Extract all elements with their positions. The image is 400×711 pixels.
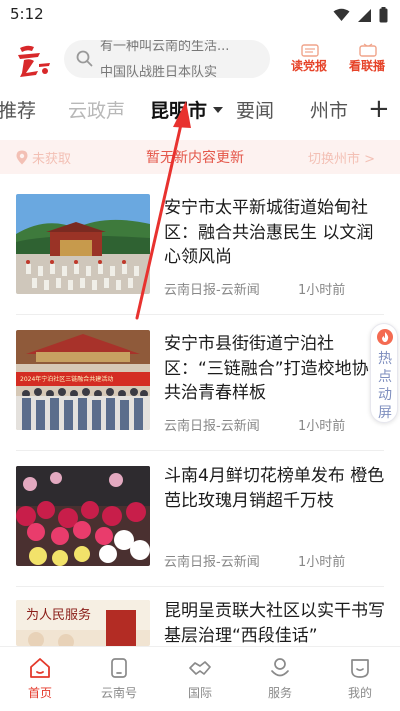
news-title: 昆明呈贡联大社区以实干书写基层治理“西段佳话” xyxy=(164,601,385,646)
home-icon xyxy=(30,658,50,678)
bottom-nav: 首页 云南号 国际 服务 我的 xyxy=(0,646,400,711)
handshake-icon xyxy=(189,661,211,675)
tab-recommend[interactable]: 推荐 xyxy=(0,96,36,123)
news-time: 1小时前 xyxy=(298,419,346,434)
nav-mine-label: 我的 xyxy=(347,686,372,700)
hot-topics-label: 热点动屏 xyxy=(378,351,392,421)
news-title: 安宁市县街街道宁泊社区：“三链融合”打造校地协同共治青春样板 xyxy=(164,334,386,403)
news-title: 安宁市太平新城街道始甸社区：融合共治惠民生 以文润心领风尚 xyxy=(164,198,374,267)
news-item[interactable]: 为人民服务 昆明呈贡联大社区以实干书写基层治理“西段佳话” xyxy=(0,600,400,646)
news-title: 斗南4月鲜切花榜单发布 橙色芭比玫瑰月销超千万枝 xyxy=(164,466,385,511)
wifi-icon xyxy=(333,8,350,21)
watch-news-broadcast-label: 看联播 xyxy=(348,59,385,73)
phone-icon xyxy=(111,658,127,678)
location-text: 未获取 xyxy=(32,152,72,167)
app-logo[interactable] xyxy=(14,42,54,78)
news-thumbnail xyxy=(16,466,150,566)
watch-news-broadcast-button[interactable]: 看联播 xyxy=(346,43,388,77)
divider xyxy=(16,314,384,315)
nav-international-label: 国际 xyxy=(187,686,212,700)
news-thumbnail: 2024年宁泊社区三链融合共建活动 xyxy=(16,330,150,430)
news-time: 1小时前 xyxy=(298,283,346,298)
status-icons xyxy=(333,7,388,23)
notice-message: 暂无新内容更新 xyxy=(146,150,244,166)
divider xyxy=(16,450,384,451)
location-pin-icon xyxy=(16,150,28,165)
switch-prefecture-link[interactable]: 切换州市 > xyxy=(308,148,375,167)
nav-international[interactable]: 国际 xyxy=(170,647,230,711)
news-thumbnail xyxy=(16,194,150,294)
channel-tab-bar: 推荐 云政声 昆明市 要闻 州市 xyxy=(0,90,400,132)
thumbnail-calligraphy-text: 为人民服务 xyxy=(26,608,92,623)
news-item[interactable]: 2024年宁泊社区三链融合共建活动 安宁市县街街道宁泊社区：“三链融合”打造校地… xyxy=(0,330,400,440)
search-hotword: 有一种叫云南的生活... xyxy=(100,40,230,54)
tab-yun-zheng-sheng[interactable]: 云政声 xyxy=(68,96,125,123)
status-bar: 5:12 xyxy=(0,0,400,30)
tab-headlines[interactable]: 要闻 xyxy=(236,96,274,123)
signal-icon xyxy=(358,8,371,22)
search-icon xyxy=(76,50,93,67)
news-thumbnail: 为人民服务 xyxy=(16,600,150,646)
tab-kunming[interactable]: 昆明市 xyxy=(150,96,207,123)
news-source: 云南日报-云新闻 xyxy=(164,555,260,570)
profile-icon xyxy=(351,659,369,678)
location-indicator[interactable]: 未获取 xyxy=(16,148,71,167)
news-item[interactable]: 斗南4月鲜切花榜单发布 橙色芭比玫瑰月销超千万枝 云南日报-云新闻 1小时前 xyxy=(0,466,400,576)
nav-yunnan-hao[interactable]: 云南号 xyxy=(89,647,149,711)
nav-mine[interactable]: 我的 xyxy=(330,647,390,711)
divider xyxy=(16,586,384,587)
nav-home-label: 首页 xyxy=(27,686,52,700)
tab-prefectures[interactable]: 州市 xyxy=(310,96,348,123)
status-time: 5:12 xyxy=(10,5,44,23)
search-hotword: 中国队战胜日本队实 xyxy=(100,65,218,78)
news-item[interactable]: 安宁市太平新城街道始甸社区：融合共治惠民生 以文润心领风尚 云南日报-云新闻 1… xyxy=(0,194,400,304)
nav-services[interactable]: 服务 xyxy=(250,647,310,711)
nav-yunnan-hao-label: 云南号 xyxy=(100,686,137,700)
news-source: 云南日报-云新闻 xyxy=(164,283,260,298)
chevron-down-icon[interactable] xyxy=(213,107,223,113)
flame-icon xyxy=(377,329,393,345)
hot-topics-float-button[interactable]: 热点动屏 xyxy=(370,323,398,423)
read-party-paper-button[interactable]: 读党报 xyxy=(288,43,330,77)
top-header: 有一种叫云南的生活... 中国队战胜日本队实 读党报 看联播 xyxy=(0,33,400,89)
notice-bar: 未获取 暂无新内容更新 切换州市 > xyxy=(0,140,400,174)
news-source: 云南日报-云新闻 xyxy=(164,419,260,434)
read-party-paper-label: 读党报 xyxy=(290,59,327,73)
nav-services-label: 服务 xyxy=(267,686,292,700)
nav-home[interactable]: 首页 xyxy=(10,647,70,711)
battery-icon xyxy=(379,7,388,23)
services-icon xyxy=(271,658,289,677)
search-box[interactable]: 有一种叫云南的生活... 中国队战胜日本队实 xyxy=(64,40,270,78)
thumbnail-banner-text: 2024年宁泊社区三链融合共建活动 xyxy=(20,376,114,383)
add-channel-icon[interactable]: + xyxy=(368,94,390,124)
news-time: 1小时前 xyxy=(298,555,346,570)
